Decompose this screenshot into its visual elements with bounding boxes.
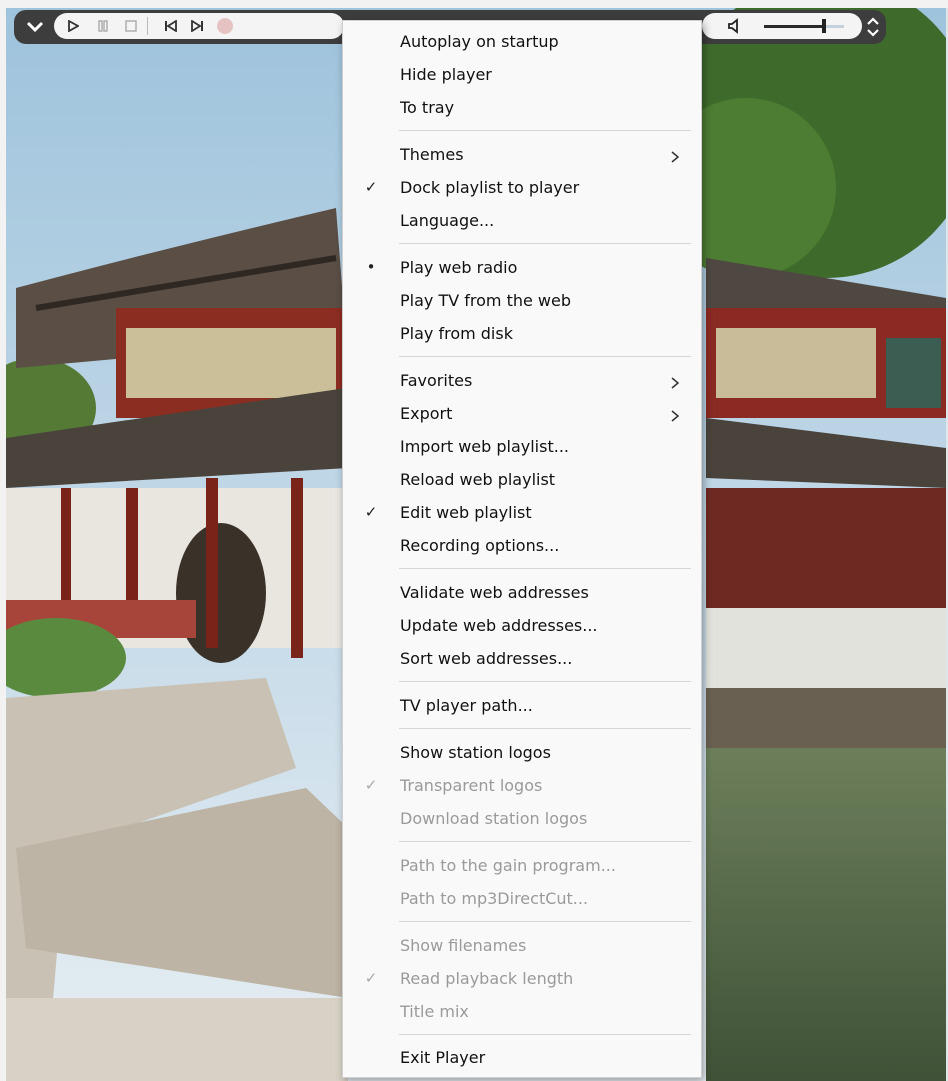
- menu-item-import-playlist[interactable]: Import web playlist...: [343, 430, 701, 463]
- menu-item-label: Themes: [400, 145, 464, 164]
- menu-separator: [399, 681, 691, 682]
- menu-item-language[interactable]: Language...: [343, 204, 701, 237]
- menu-item-label: Show filenames: [400, 936, 527, 955]
- transport-controls: [54, 13, 344, 39]
- menu-item-label: Play TV from the web: [400, 291, 572, 310]
- menu-item-reload-playlist[interactable]: Reload web playlist: [343, 463, 701, 496]
- next-track-icon[interactable]: [186, 13, 208, 39]
- menu-item-show-filenames: Show filenames: [343, 929, 701, 962]
- checkmark-icon: ✓: [364, 178, 378, 196]
- window-frame-top: [0, 0, 948, 8]
- menu-item-play-tv[interactable]: Play TV from the web: [343, 284, 701, 317]
- previous-track-icon[interactable]: [160, 13, 182, 39]
- menu-item-to-tray[interactable]: To tray: [343, 91, 701, 124]
- resize-spinner-icon[interactable]: [864, 14, 882, 40]
- menu-item-transparent-logos: ✓ Transparent logos: [343, 769, 701, 802]
- menu-item-dock-playlist[interactable]: ✓ Dock playlist to player: [343, 171, 701, 204]
- menu-item-recording-options[interactable]: Recording options...: [343, 529, 701, 562]
- menu-item-mp3cut-path: Path to mp3DirectCut...: [343, 882, 701, 915]
- menu-item-label: Dock playlist to player: [400, 178, 580, 197]
- menu-item-gain-path: Path to the gain program...: [343, 849, 701, 882]
- play-icon[interactable]: [62, 13, 84, 39]
- menu-item-label: To tray: [400, 98, 455, 117]
- volume-controls: [702, 13, 862, 39]
- menu-item-edit-playlist[interactable]: ✓ Edit web playlist: [343, 496, 701, 529]
- menu-item-themes[interactable]: Themes: [343, 138, 701, 171]
- menu-item-show-logos[interactable]: Show station logos: [343, 736, 701, 769]
- menu-item-label: Import web playlist...: [400, 437, 569, 456]
- menu-item-label: Path to the gain program...: [400, 856, 616, 875]
- menu-separator: [399, 243, 691, 244]
- menu-item-label: Sort web addresses...: [400, 649, 573, 668]
- menu-separator: [399, 1034, 691, 1035]
- menu-item-export[interactable]: Export: [343, 397, 701, 430]
- checkmark-icon: ✓: [364, 503, 378, 521]
- menu-item-label: Read playback length: [400, 969, 574, 988]
- checkmark-icon: ✓: [364, 776, 378, 794]
- radio-bullet-icon: •: [366, 258, 376, 276]
- volume-slider[interactable]: [760, 13, 850, 39]
- menu-item-autoplay[interactable]: Autoplay on startup: [343, 25, 701, 58]
- checkmark-icon: ✓: [364, 969, 378, 987]
- menu-item-label: Title mix: [400, 1002, 469, 1021]
- menu-item-hide-player[interactable]: Hide player: [343, 58, 701, 91]
- menu-item-download-logos: Download station logos: [343, 802, 701, 835]
- menu-item-validate-addresses[interactable]: Validate web addresses: [343, 576, 701, 609]
- menu-item-label: Exit Player: [400, 1048, 486, 1067]
- submenu-arrow-icon: [669, 407, 681, 422]
- menu-separator: [399, 921, 691, 922]
- menu-item-read-length: ✓ Read playback length: [343, 962, 701, 995]
- window-frame-left: [0, 0, 6, 1081]
- record-icon[interactable]: [214, 13, 236, 39]
- menu-item-label: Show station logos: [400, 743, 551, 762]
- menu-item-label: Update web addresses...: [400, 616, 598, 635]
- pause-icon[interactable]: [92, 13, 114, 39]
- menu-item-label: Play web radio: [400, 258, 518, 277]
- menu-item-label: Favorites: [400, 371, 473, 390]
- menu-separator: [399, 841, 691, 842]
- submenu-arrow-icon: [669, 148, 681, 163]
- menu-item-exit[interactable]: Exit Player: [343, 1041, 701, 1074]
- menu-item-play-web-radio[interactable]: • Play web radio: [343, 251, 701, 284]
- context-menu: Autoplay on startup Hide player To tray …: [342, 20, 702, 1078]
- stop-icon[interactable]: [120, 13, 142, 39]
- menu-item-label: Language...: [400, 211, 495, 230]
- menu-item-label: Transparent logos: [400, 776, 543, 795]
- collapse-chevron-icon[interactable]: [24, 17, 46, 37]
- speaker-icon[interactable]: [724, 13, 746, 39]
- menu-item-label: Download station logos: [400, 809, 588, 828]
- menu-item-update-addresses[interactable]: Update web addresses...: [343, 609, 701, 642]
- menu-separator: [399, 130, 691, 131]
- submenu-arrow-icon: [669, 374, 681, 389]
- menu-item-label: Autoplay on startup: [400, 32, 559, 51]
- menu-item-label: Hide player: [400, 65, 492, 84]
- menu-item-label: TV player path...: [400, 696, 533, 715]
- menu-item-sort-addresses[interactable]: Sort web addresses...: [343, 642, 701, 675]
- menu-item-label: Path to mp3DirectCut...: [400, 889, 589, 908]
- menu-item-label: Reload web playlist: [400, 470, 556, 489]
- menu-item-tv-player-path[interactable]: TV player path...: [343, 689, 701, 722]
- menu-item-label: Recording options...: [400, 536, 560, 555]
- menu-item-label: Export: [400, 404, 453, 423]
- toolbar-divider: [146, 13, 150, 39]
- menu-item-label: Validate web addresses: [400, 583, 589, 602]
- menu-separator: [399, 356, 691, 357]
- menu-item-title-mix: Title mix: [343, 995, 701, 1028]
- menu-separator: [399, 568, 691, 569]
- menu-separator: [399, 728, 691, 729]
- menu-item-label: Play from disk: [400, 324, 513, 343]
- menu-item-label: Edit web playlist: [400, 503, 532, 522]
- menu-item-favorites[interactable]: Favorites: [343, 364, 701, 397]
- menu-item-play-disk[interactable]: Play from disk: [343, 317, 701, 350]
